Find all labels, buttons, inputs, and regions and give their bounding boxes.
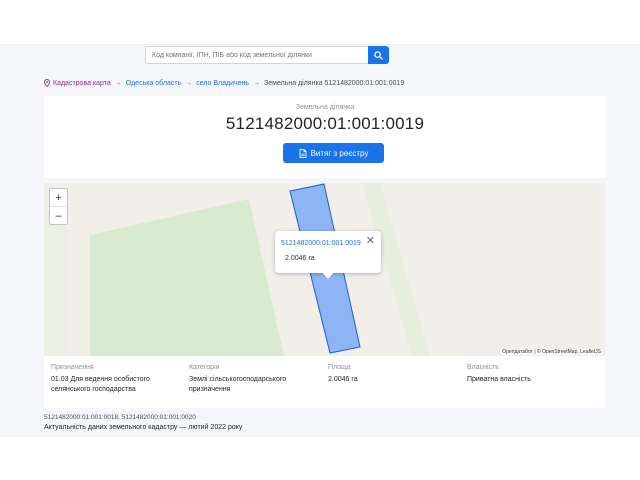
detail-area: Площа 2.0046 га [328, 364, 448, 385]
detail-label: Площа [328, 364, 351, 371]
detail-value: Приватна власність [467, 376, 531, 383]
search-icon [374, 50, 383, 60]
detail-label: Категорія [189, 364, 220, 371]
cadastral-map[interactable]: + – 5121482000:01:001:0019 2.0046 га ✕ O… [44, 183, 605, 356]
top-bar [0, 0, 640, 45]
breadcrumb-current: Земельна ділянка 5121482000:01:001:0019 [264, 79, 405, 87]
breadcrumb-link-region[interactable]: Одеська область [126, 80, 181, 87]
zoom-out-button[interactable]: – [50, 207, 67, 224]
field-strip-left [44, 213, 66, 356]
detail-value: Землі сільськогосподарського призначення [189, 376, 287, 393]
breadcrumb-separator: → [253, 79, 261, 87]
page-subtitle: Земельна ділянка [295, 104, 355, 111]
data-freshness-note: Актуальність даних земельного кадастру —… [44, 424, 243, 431]
breadcrumb-separator: → [185, 79, 193, 87]
breadcrumb: Кадастрова карта → Одеська область → сел… [44, 79, 404, 87]
detail-label: Власність [467, 364, 499, 371]
breadcrumb-link-cadastral-map[interactable]: Кадастрова карта [53, 80, 111, 87]
detail-purpose: Призначення 01.03 Для ведення особистого… [51, 364, 171, 395]
detail-category: Категорія Землі сільськогосподарського п… [189, 364, 309, 395]
parcel-header: Земельна ділянка 5121482000:01:001:0019 … [44, 96, 606, 178]
map-attribution: Openдатабот | © OpenStreetMap, LeafletJS [500, 349, 603, 355]
zoom-in-button[interactable]: + [50, 189, 67, 207]
map-pin-icon [44, 79, 50, 87]
related-parcels: 5121482000:01:001:0018, 5121482000:01:00… [44, 414, 196, 421]
parcel-popup: 5121482000:01:001:0019 2.0046 га ✕ [275, 231, 381, 273]
breadcrumb-separator: → [114, 79, 122, 87]
detail-ownership: Власність Приватна власність [467, 364, 587, 385]
search-bar [145, 46, 389, 64]
detail-value: 01.03 Для ведення особистого селянського… [51, 376, 150, 393]
popup-parcel-link[interactable]: 5121482000:01:001:0019 [281, 240, 361, 247]
document-icon [299, 148, 307, 158]
extract-registry-label: Витяг з реєстру [310, 148, 369, 158]
page-title: 5121482000:01:001:0019 [225, 114, 425, 133]
parcel-details: Призначення 01.03 Для ведення особистого… [44, 356, 605, 408]
extract-registry-button[interactable]: Витяг з реєстру [283, 143, 384, 163]
zoom-control: + – [49, 188, 68, 225]
popup-area: 2.0046 га [285, 255, 315, 262]
breadcrumb-link-village[interactable]: село Владичень [196, 80, 249, 87]
bottom-area [0, 437, 640, 480]
search-button[interactable] [368, 46, 389, 64]
popup-tip [322, 272, 334, 279]
detail-value: 2.0046 га [328, 376, 358, 383]
search-input[interactable] [145, 46, 368, 64]
detail-label: Призначення [51, 364, 94, 371]
close-icon[interactable]: ✕ [366, 236, 375, 247]
